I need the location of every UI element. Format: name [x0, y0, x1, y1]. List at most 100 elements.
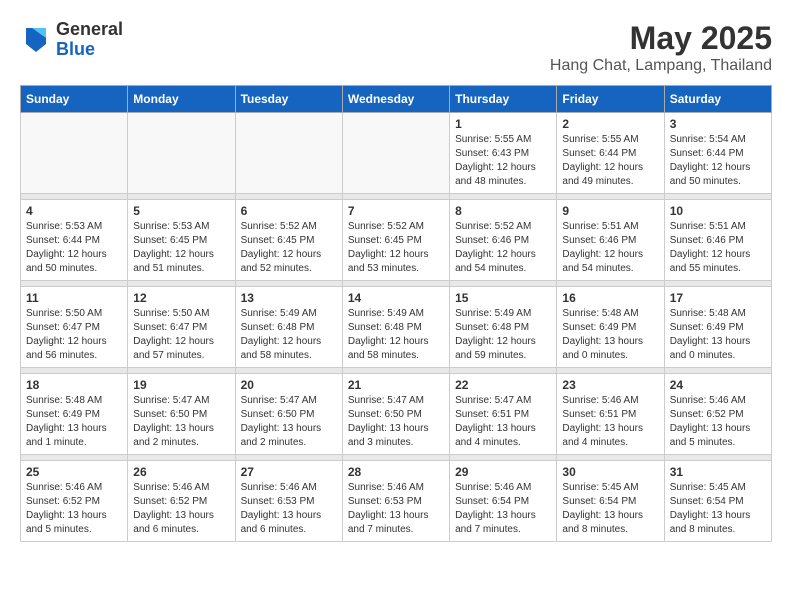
day-detail: Sunrise: 5:48 AM Sunset: 6:49 PM Dayligh…: [562, 308, 643, 361]
day-number: 25: [26, 465, 122, 479]
day-detail: Sunrise: 5:55 AM Sunset: 6:43 PM Dayligh…: [455, 134, 536, 187]
day-detail: Sunrise: 5:53 AM Sunset: 6:44 PM Dayligh…: [26, 221, 107, 274]
day-cell: 26Sunrise: 5:46 AM Sunset: 6:52 PM Dayli…: [128, 461, 235, 542]
day-number: 15: [455, 291, 551, 305]
day-detail: Sunrise: 5:50 AM Sunset: 6:47 PM Dayligh…: [133, 308, 214, 361]
day-cell: [128, 113, 235, 194]
col-friday: Friday: [557, 86, 664, 113]
day-number: 28: [348, 465, 444, 479]
page: General Blue May 2025 Hang Chat, Lampang…: [0, 0, 792, 552]
day-number: 1: [455, 117, 551, 131]
day-detail: Sunrise: 5:47 AM Sunset: 6:51 PM Dayligh…: [455, 395, 536, 448]
day-number: 26: [133, 465, 229, 479]
day-cell: 16 Sunrise: 5:48 AM Sunset: 6:49 PM Dayli…: [557, 287, 664, 368]
week-row-2: 4 Sunrise: 5:53 AM Sunset: 6:44 PM Daylig…: [21, 200, 772, 281]
day-detail: Sunrise: 5:51 AM Sunset: 6:46 PM Dayligh…: [670, 221, 751, 274]
day-detail: Sunrise: 5:48 AM Sunset: 6:49 PM Dayligh…: [670, 308, 751, 361]
header: General Blue May 2025 Hang Chat, Lampang…: [20, 20, 772, 75]
col-sunday: Sunday: [21, 86, 128, 113]
day-detail: Sunrise: 5:46 AM Sunset: 6:52 PM Dayligh…: [26, 482, 107, 535]
day-detail: Sunrise: 5:46 AM Sunset: 6:51 PM Dayligh…: [562, 395, 643, 448]
day-detail: Sunrise: 5:49 AM Sunset: 6:48 PM Dayligh…: [241, 308, 322, 361]
col-tuesday: Tuesday: [235, 86, 342, 113]
day-number: 14: [348, 291, 444, 305]
logo: General Blue: [20, 20, 123, 60]
day-number: 12: [133, 291, 229, 305]
day-cell: [21, 113, 128, 194]
day-cell: 14 Sunrise: 5:49 AM Sunset: 6:48 PM Dayli…: [342, 287, 449, 368]
day-number: 21: [348, 378, 444, 392]
day-cell: 10 Sunrise: 5:51 AM Sunset: 6:46 PM Dayli…: [664, 200, 771, 281]
day-cell: 17 Sunrise: 5:48 AM Sunset: 6:49 PM Dayli…: [664, 287, 771, 368]
logo-general-text: General: [56, 20, 123, 40]
day-number: 23: [562, 378, 658, 392]
day-cell: 1 Sunrise: 5:55 AM Sunset: 6:43 PM Daylig…: [450, 113, 557, 194]
day-number: 30: [562, 465, 658, 479]
day-cell: 21 Sunrise: 5:47 AM Sunset: 6:50 PM Dayli…: [342, 374, 449, 455]
day-number: 27: [241, 465, 337, 479]
day-cell: 29Sunrise: 5:46 AM Sunset: 6:54 PM Dayli…: [450, 461, 557, 542]
day-number: 16: [562, 291, 658, 305]
day-detail: Sunrise: 5:55 AM Sunset: 6:44 PM Dayligh…: [562, 134, 643, 187]
day-number: 20: [241, 378, 337, 392]
day-cell: 15 Sunrise: 5:49 AM Sunset: 6:48 PM Dayli…: [450, 287, 557, 368]
day-cell: 22 Sunrise: 5:47 AM Sunset: 6:51 PM Dayli…: [450, 374, 557, 455]
day-number: 17: [670, 291, 766, 305]
day-cell: 8Sunrise: 5:52 AM Sunset: 6:46 PM Daylig…: [450, 200, 557, 281]
header-row: Sunday Monday Tuesday Wednesday Thursday…: [21, 86, 772, 113]
day-cell: 20 Sunrise: 5:47 AM Sunset: 6:50 PM Dayli…: [235, 374, 342, 455]
logo-blue-text: Blue: [56, 40, 123, 60]
day-detail: Sunrise: 5:47 AM Sunset: 6:50 PM Dayligh…: [133, 395, 214, 448]
col-wednesday: Wednesday: [342, 86, 449, 113]
day-cell: 9 Sunrise: 5:51 AM Sunset: 6:46 PM Daylig…: [557, 200, 664, 281]
week-row-5: 25 Sunrise: 5:46 AM Sunset: 6:52 PM Dayli…: [21, 461, 772, 542]
day-detail: Sunrise: 5:52 AM Sunset: 6:45 PM Dayligh…: [348, 221, 429, 274]
day-detail: Sunrise: 5:47 AM Sunset: 6:50 PM Dayligh…: [348, 395, 429, 448]
title-block: May 2025 Hang Chat, Lampang, Thailand: [550, 20, 772, 75]
day-cell: 12 Sunrise: 5:50 AM Sunset: 6:47 PM Dayli…: [128, 287, 235, 368]
day-cell: 23 Sunrise: 5:46 AM Sunset: 6:51 PM Dayli…: [557, 374, 664, 455]
calendar-table: Sunday Monday Tuesday Wednesday Thursday…: [20, 85, 772, 542]
day-cell: [342, 113, 449, 194]
day-number: 31: [670, 465, 766, 479]
day-detail: Sunrise: 5:54 AM Sunset: 6:44 PM Dayligh…: [670, 134, 751, 187]
day-detail: Sunrise: 5:45 AM Sunset: 6:54 PM Dayligh…: [562, 482, 643, 535]
day-detail: Sunrise: 5:53 AM Sunset: 6:45 PM Dayligh…: [133, 221, 214, 274]
week-row-3: 11Sunrise: 5:50 AM Sunset: 6:47 PM Dayli…: [21, 287, 772, 368]
day-detail: Sunrise: 5:52 AM Sunset: 6:45 PM Dayligh…: [241, 221, 322, 274]
day-number: 29: [455, 465, 551, 479]
day-number: 10: [670, 204, 766, 218]
week-row-4: 18 Sunrise: 5:48 AM Sunset: 6:49 PM Dayli…: [21, 374, 772, 455]
day-cell: 31 Sunrise: 5:45 AM Sunset: 6:54 PM Dayli…: [664, 461, 771, 542]
day-detail: Sunrise: 5:45 AM Sunset: 6:54 PM Dayligh…: [670, 482, 751, 535]
day-detail: Sunrise: 5:49 AM Sunset: 6:48 PM Dayligh…: [455, 308, 536, 361]
day-number: 4: [26, 204, 122, 218]
day-cell: 27Sunrise: 5:46 AM Sunset: 6:53 PM Dayli…: [235, 461, 342, 542]
day-number: 24: [670, 378, 766, 392]
logo-icon: [20, 24, 52, 56]
day-cell: 28Sunrise: 5:46 AM Sunset: 6:53 PM Dayli…: [342, 461, 449, 542]
day-cell: 11Sunrise: 5:50 AM Sunset: 6:47 PM Dayli…: [21, 287, 128, 368]
day-cell: 2Sunrise: 5:55 AM Sunset: 6:44 PM Daylig…: [557, 113, 664, 194]
day-detail: Sunrise: 5:51 AM Sunset: 6:46 PM Dayligh…: [562, 221, 643, 274]
day-detail: Sunrise: 5:47 AM Sunset: 6:50 PM Dayligh…: [241, 395, 322, 448]
day-number: 8: [455, 204, 551, 218]
day-cell: 24 Sunrise: 5:46 AM Sunset: 6:52 PM Dayli…: [664, 374, 771, 455]
day-number: 9: [562, 204, 658, 218]
day-number: 3: [670, 117, 766, 131]
day-detail: Sunrise: 5:50 AM Sunset: 6:47 PM Dayligh…: [26, 308, 107, 361]
day-cell: 25 Sunrise: 5:46 AM Sunset: 6:52 PM Dayli…: [21, 461, 128, 542]
day-detail: Sunrise: 5:46 AM Sunset: 6:52 PM Dayligh…: [670, 395, 751, 448]
day-number: 18: [26, 378, 122, 392]
day-cell: 30 Sunrise: 5:45 AM Sunset: 6:54 PM Dayli…: [557, 461, 664, 542]
day-detail: Sunrise: 5:49 AM Sunset: 6:48 PM Dayligh…: [348, 308, 429, 361]
day-number: 22: [455, 378, 551, 392]
day-cell: [235, 113, 342, 194]
day-number: 7: [348, 204, 444, 218]
day-number: 5: [133, 204, 229, 218]
day-detail: Sunrise: 5:48 AM Sunset: 6:49 PM Dayligh…: [26, 395, 107, 448]
day-number: 13: [241, 291, 337, 305]
day-cell: 18 Sunrise: 5:48 AM Sunset: 6:49 PM Dayli…: [21, 374, 128, 455]
day-cell: 4 Sunrise: 5:53 AM Sunset: 6:44 PM Daylig…: [21, 200, 128, 281]
day-cell: 19Sunrise: 5:47 AM Sunset: 6:50 PM Dayli…: [128, 374, 235, 455]
